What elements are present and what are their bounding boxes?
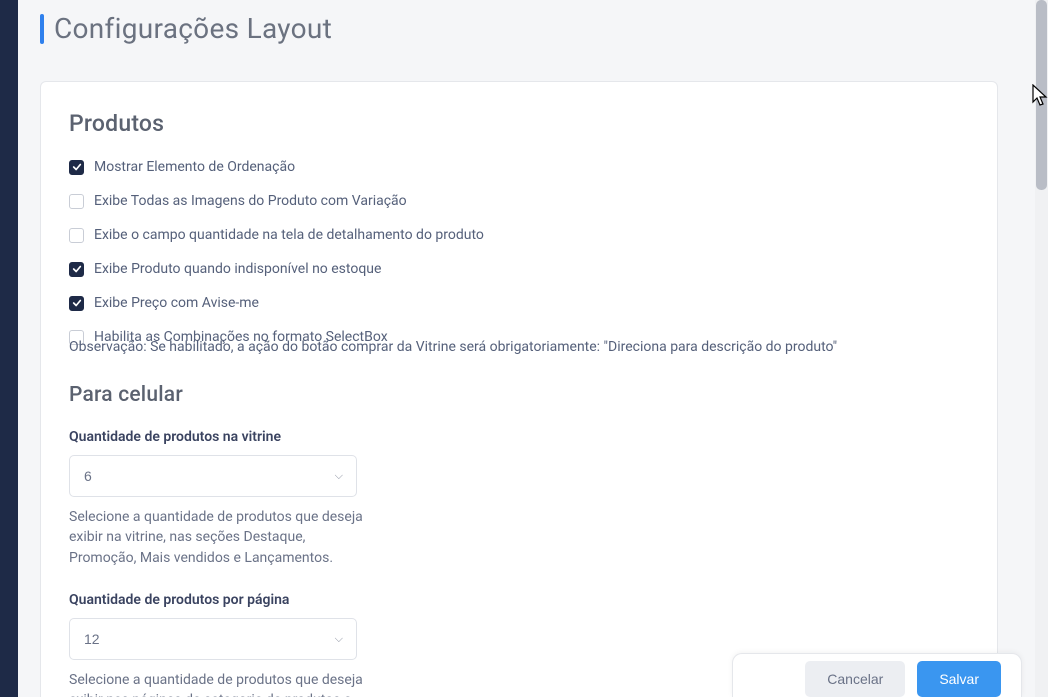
checkbox-show-out-of-stock-product[interactable]	[69, 262, 84, 277]
checkbox-row-show-all-variation-images: Exibe Todas as Imagens do Produto com Va…	[69, 193, 969, 209]
checkbox-row-show-quantity-field: Exibe o campo quantidade na tela de deta…	[69, 227, 969, 243]
scrollbar-track[interactable]	[1035, 0, 1048, 697]
products-card: Produtos Mostrar Elemento de Ordenação E…	[40, 81, 998, 697]
checkbox-label: Exibe o campo quantidade na tela de deta…	[94, 227, 484, 243]
mobile-section-title: Para celular	[69, 383, 969, 407]
checkbox-show-price-with-notify-me[interactable]	[69, 296, 84, 311]
check-icon	[72, 298, 82, 308]
checkbox-show-all-variation-images[interactable]	[69, 194, 84, 209]
checkbox-show-sort-element[interactable]	[69, 160, 84, 175]
qty-showcase-label: Quantidade de produtos na vitrine	[69, 429, 969, 445]
qty-page-select-wrap: ⌵	[69, 618, 357, 660]
scrollbar-thumb[interactable]	[1036, 0, 1047, 190]
page-title-row: Configurações Layout	[40, 12, 1028, 45]
qty-showcase-help: Selecione a quantidade de produtos que d…	[69, 507, 369, 568]
page-title: Configurações Layout	[54, 12, 332, 45]
qty-showcase-select[interactable]	[69, 455, 357, 497]
cancel-button[interactable]: Cancelar	[805, 661, 905, 697]
checkbox-label: Exibe Produto quando indisponível no est…	[94, 261, 381, 277]
qty-showcase-select-wrap: ⌵	[69, 455, 357, 497]
check-icon	[72, 264, 82, 274]
checkbox-label: Exibe Todas as Imagens do Produto com Va…	[94, 193, 407, 209]
left-nav-edge	[0, 0, 18, 697]
checkbox-show-quantity-field[interactable]	[69, 228, 84, 243]
content-area: Configurações Layout Produtos Mostrar El…	[18, 0, 1048, 697]
save-button[interactable]: Salvar	[917, 661, 1001, 697]
selectbox-note: Observação: Se habilitado, a ação do bot…	[69, 339, 969, 355]
products-section-title: Produtos	[69, 110, 969, 137]
checkbox-row-show-sort-element: Mostrar Elemento de Ordenação	[69, 159, 969, 175]
checkbox-label: Mostrar Elemento de Ordenação	[94, 159, 295, 175]
footer-action-bar: Cancelar Salvar	[732, 653, 1022, 697]
checkbox-row-show-price-with-notify-me: Exibe Preço com Avise-me	[69, 295, 969, 311]
qty-page-select[interactable]	[69, 618, 357, 660]
qty-page-help: Selecione a quantidade de produtos que d…	[69, 670, 369, 697]
checkbox-row-show-out-of-stock-product: Exibe Produto quando indisponível no est…	[69, 261, 969, 277]
qty-page-label: Quantidade de produtos por página	[69, 592, 969, 608]
check-icon	[72, 162, 82, 172]
checkbox-label: Exibe Preço com Avise-me	[94, 295, 259, 311]
title-accent-bar	[40, 14, 44, 44]
